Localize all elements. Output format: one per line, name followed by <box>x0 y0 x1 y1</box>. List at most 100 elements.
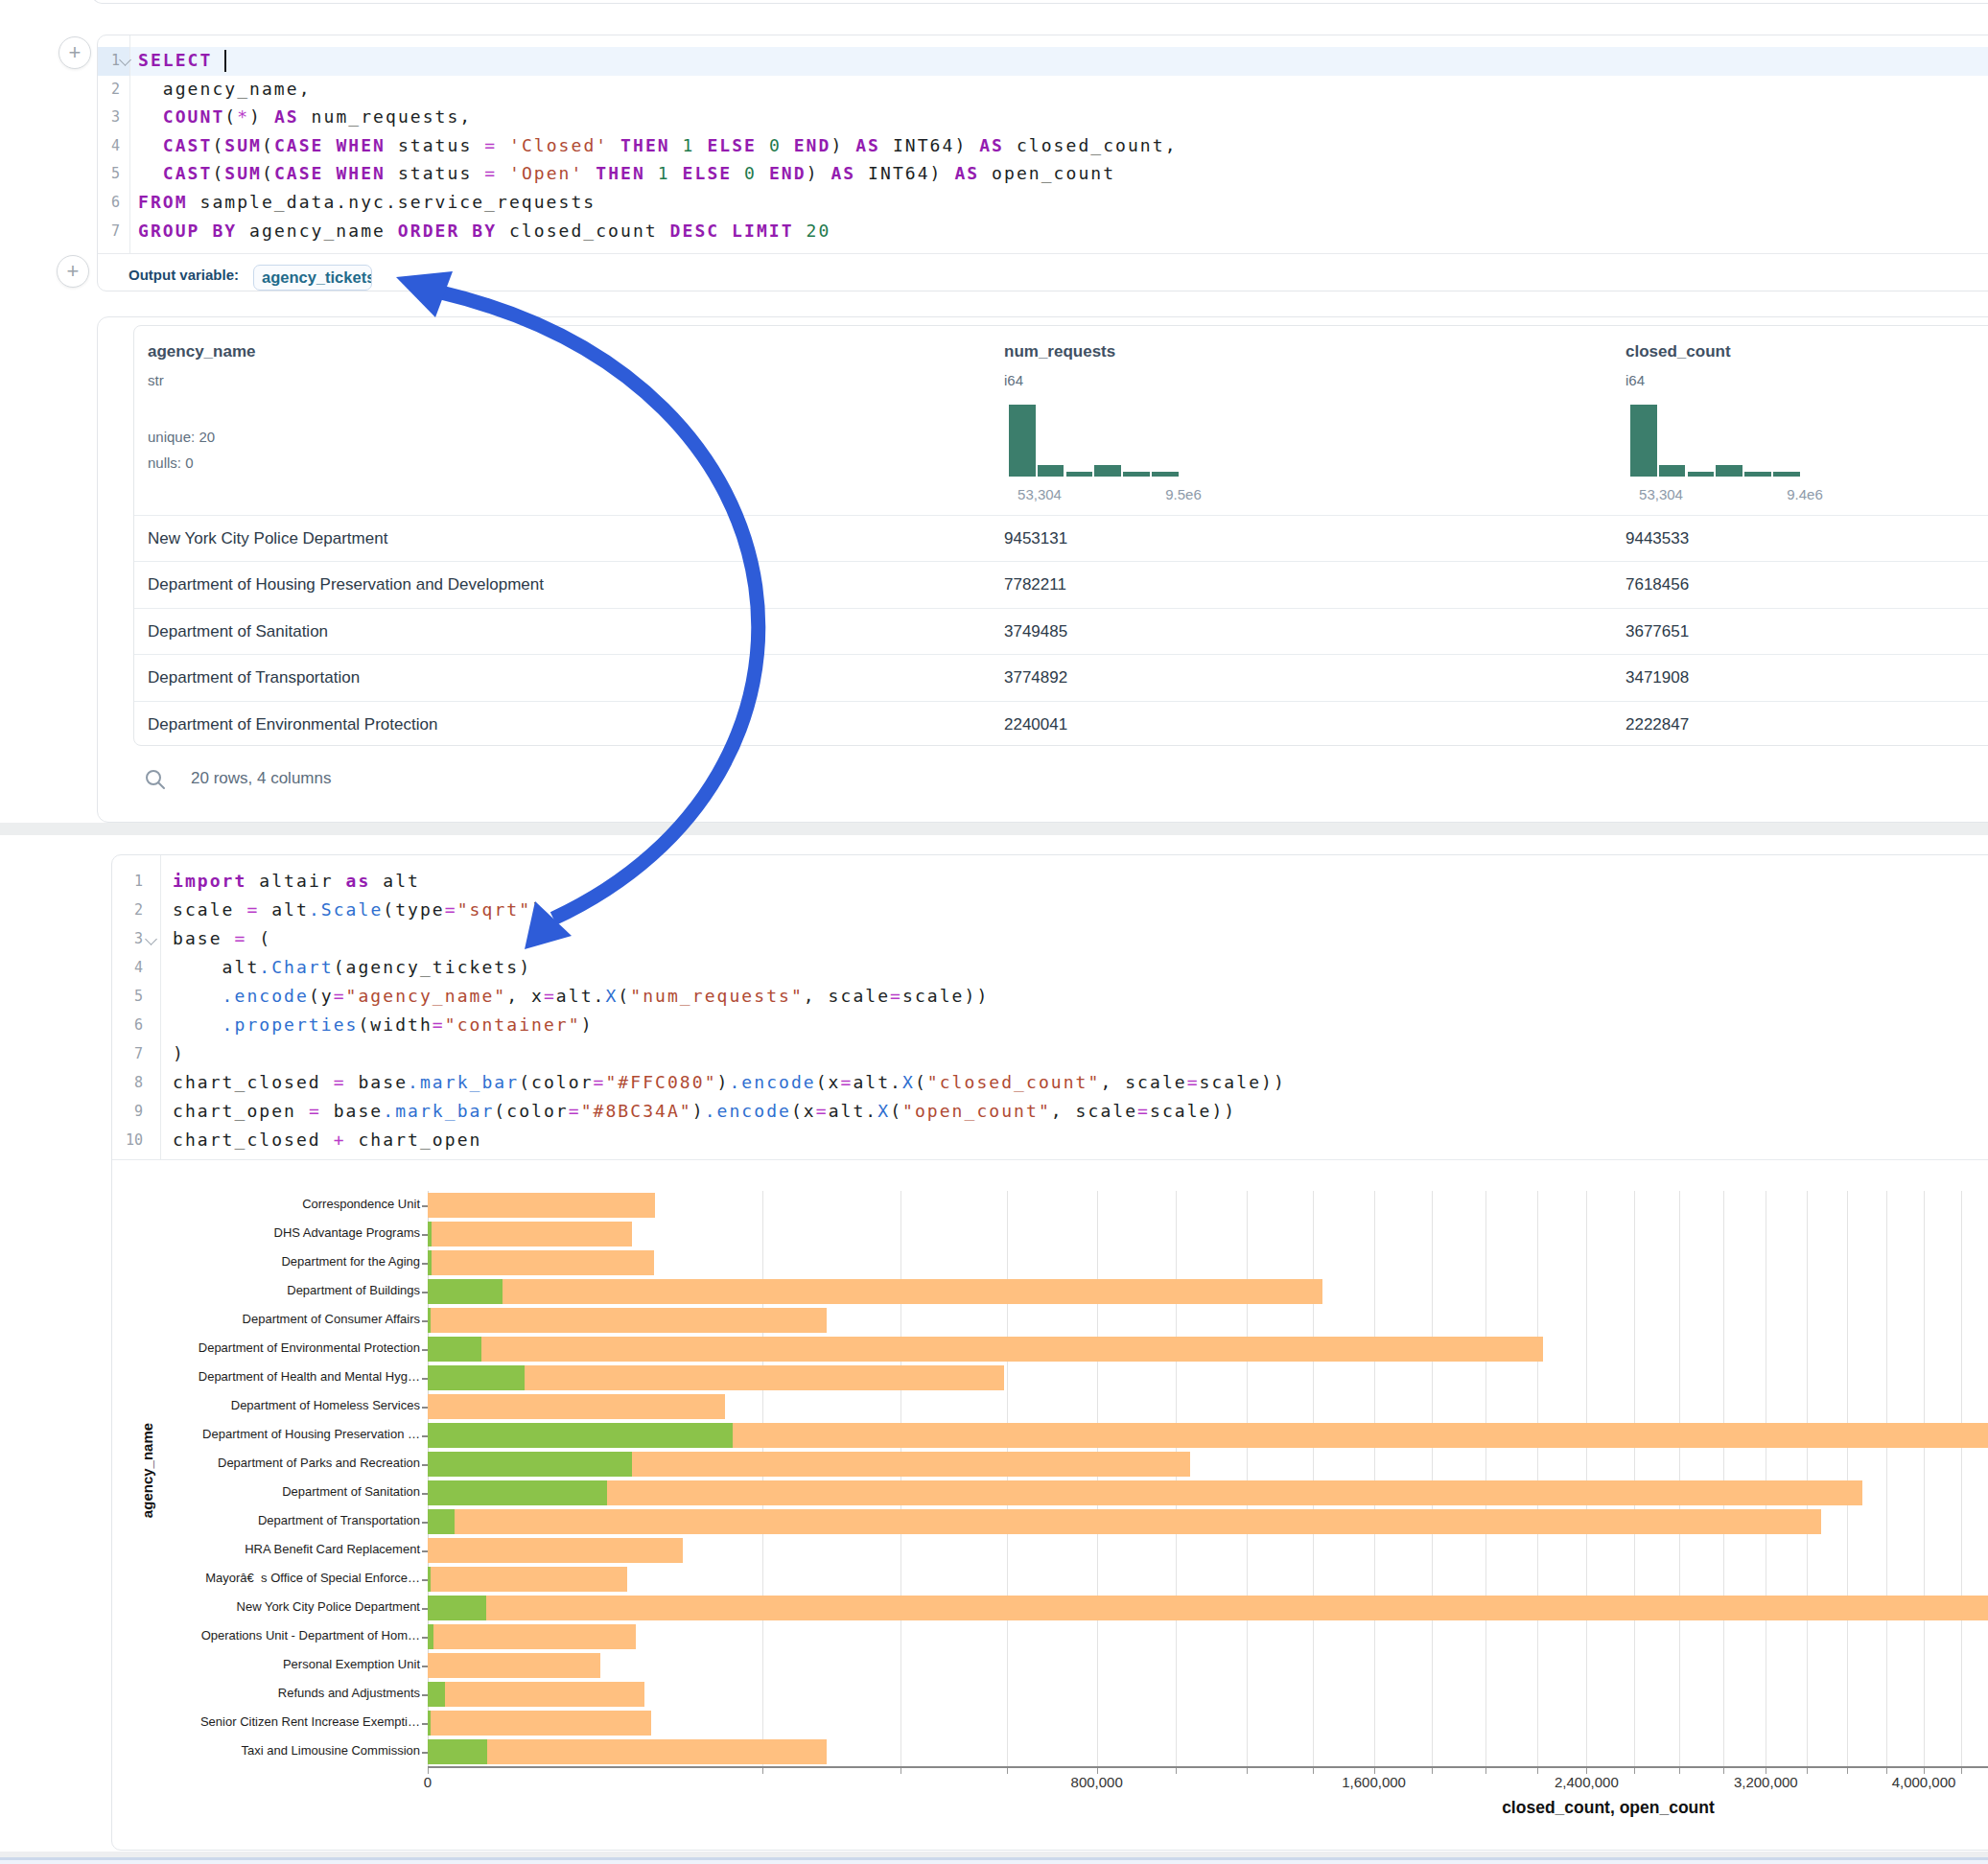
histogram-bar <box>1744 472 1771 478</box>
sql-code-line: SELECT <box>138 46 212 75</box>
histogram-max-label: 9.5e6 <box>1145 486 1222 502</box>
table-footer: 20 rows, 4 columns <box>98 746 1988 823</box>
cell-value: 7782211 <box>1004 562 1066 608</box>
sql-line-number: 2 <box>98 75 120 104</box>
column-type: str <box>148 372 164 388</box>
sql-editor-bottom-divider <box>98 253 1988 254</box>
active-line-highlight <box>129 47 1988 76</box>
cell-value: 9443533 <box>1625 516 1689 562</box>
python-line-number: 7 <box>112 1039 143 1068</box>
output-variable-label: Output variable: <box>129 267 239 283</box>
python-line-number: 2 <box>112 896 143 924</box>
text-caret <box>224 50 226 72</box>
python-line-number: 9 <box>112 1097 143 1126</box>
sql-line-number: 7 <box>98 217 120 245</box>
sql-cell: 1234567 SELECT agency_name, COUNT(*) AS … <box>97 35 1988 291</box>
histogram-bar <box>1094 465 1121 477</box>
histogram-bar <box>1009 405 1036 477</box>
cell-value: 2240041 <box>1004 702 1067 748</box>
python-code-line: .encode(y="agency_name", x=alt.X("num_re… <box>173 982 989 1011</box>
sql-code-line: CAST(SUM(CASE WHEN status = 'Closed' THE… <box>138 131 1178 160</box>
python-code-line: chart_closed + chart_open <box>173 1126 481 1154</box>
sql-line-number: 6 <box>98 188 120 217</box>
table-dimensions-label: 20 rows, 4 columns <box>191 769 331 788</box>
cell-value: 3677651 <box>1625 609 1689 655</box>
histogram-min-label: 53,304 <box>1001 486 1078 502</box>
python-line-number: 5 <box>112 982 143 1011</box>
sql-gutter-divider <box>129 35 130 253</box>
sql-code-line: FROM sample_data.nyc.service_requests <box>138 188 596 217</box>
python-code-line: chart_open = base.mark_bar(color="#8BC34… <box>173 1097 1236 1126</box>
add-cell-button-top[interactable]: + <box>58 36 91 69</box>
table-row: New York City Police Department 9453131 94… <box>134 515 1988 561</box>
histogram-bar <box>1123 472 1150 478</box>
previous-cell-edge <box>92 0 1988 4</box>
notebook-page: + + 1234567 SELECT agency_name, COUNT(*)… <box>0 0 1988 1864</box>
histogram-bar <box>1152 472 1179 478</box>
cell-gap-band <box>0 823 1988 835</box>
table-row: Department of Transportation 3774892 34719… <box>134 654 1988 700</box>
python-gutter-divider <box>160 855 161 1159</box>
table-row: Department of Sanitation 3749485 3677651 <box>134 608 1988 654</box>
cell-value: 7618456 <box>1625 562 1689 608</box>
python-editor-bottom-divider <box>112 1159 1988 1160</box>
sql-code-line: GROUP BY agency_name ORDER BY closed_cou… <box>138 217 830 245</box>
python-code-line: import altair as alt <box>173 867 420 896</box>
python-code-line: scale = alt.Scale(type="sqrt") <box>173 896 544 924</box>
python-line-number: 8 <box>112 1068 143 1097</box>
column-stat: nulls: 0 <box>148 454 194 471</box>
cell-agency-name: Department of Housing Preservation and D… <box>148 562 544 608</box>
table-row: Department of Housing Preservation and D… <box>134 561 1988 607</box>
cell-agency-name: Department of Environmental Protection <box>148 702 437 748</box>
cell-value: 2222847 <box>1625 702 1689 748</box>
python-line-number: 10 <box>112 1126 143 1154</box>
python-code-line: base = ( <box>173 924 271 953</box>
sql-code-line: COUNT(*) AS num_requests, <box>138 103 472 131</box>
result-table: agency_namestr unique: 20 nulls: 0 num_requ… <box>133 325 1988 746</box>
sql-line-number: 5 <box>98 159 120 188</box>
python-line-number: 3 <box>112 924 143 953</box>
cell-agency-name: Department of Transportation <box>148 655 360 701</box>
sql-line-number: 1 <box>98 46 120 75</box>
python-line-number: 1 <box>112 867 143 896</box>
output-variable-chip[interactable]: agency_tickets <box>253 265 372 291</box>
sql-code-line: CAST(SUM(CASE WHEN status = 'Open' THEN … <box>138 159 1115 188</box>
histogram-bar <box>1716 465 1742 477</box>
sql-code-line: agency_name, <box>138 75 312 104</box>
fold-chevron-icon[interactable] <box>145 933 157 945</box>
histogram-max-label: 9.4e6 <box>1766 486 1843 502</box>
column-type: i64 <box>1004 372 1023 388</box>
next-cell-top <box>0 1860 1988 1864</box>
histogram-bar <box>1773 472 1800 478</box>
sql-line-number: 3 <box>98 103 120 131</box>
sql-line-number: 4 <box>98 131 120 160</box>
cell-value: 3749485 <box>1004 609 1067 655</box>
python-code-line: chart_closed = base.mark_bar(color="#FFC… <box>173 1068 1286 1097</box>
column-header-agency_name: agency_name <box>148 342 255 361</box>
python-code-line: .properties(width="container") <box>173 1011 594 1039</box>
chart-panel <box>111 1181 1973 1829</box>
column-stat: unique: 20 <box>148 429 215 445</box>
cell-value: 9453131 <box>1004 516 1067 562</box>
python-code-line: alt.Chart(agency_tickets) <box>173 953 531 982</box>
output-variable-chip-label: agency_tickets <box>254 266 371 290</box>
cell-agency-name: Department of Sanitation <box>148 609 328 655</box>
python-code-line: ) <box>173 1039 185 1068</box>
column-type: i64 <box>1625 372 1645 388</box>
add-cell-button-middle[interactable]: + <box>57 255 89 288</box>
histogram-bar <box>1066 472 1093 478</box>
python-line-number: 4 <box>112 953 143 982</box>
sql-output-container: agency_namestr unique: 20 nulls: 0 num_requ… <box>97 316 1988 823</box>
table-row: Department of Environmental Protection 22… <box>134 701 1988 747</box>
search-icon[interactable] <box>144 768 167 791</box>
histogram-bar <box>1038 465 1064 477</box>
cell-agency-name: New York City Police Department <box>148 516 387 562</box>
python-line-number: 6 <box>112 1011 143 1039</box>
histogram-min-label: 53,304 <box>1623 486 1699 502</box>
cell-value: 3471908 <box>1625 655 1689 701</box>
cell-value: 3774892 <box>1004 655 1067 701</box>
histogram-bar <box>1659 465 1686 477</box>
column-header-num_requests: num_requests <box>1004 342 1115 361</box>
column-header-closed_count: closed_count <box>1625 342 1731 361</box>
histogram-bar <box>1688 472 1715 478</box>
